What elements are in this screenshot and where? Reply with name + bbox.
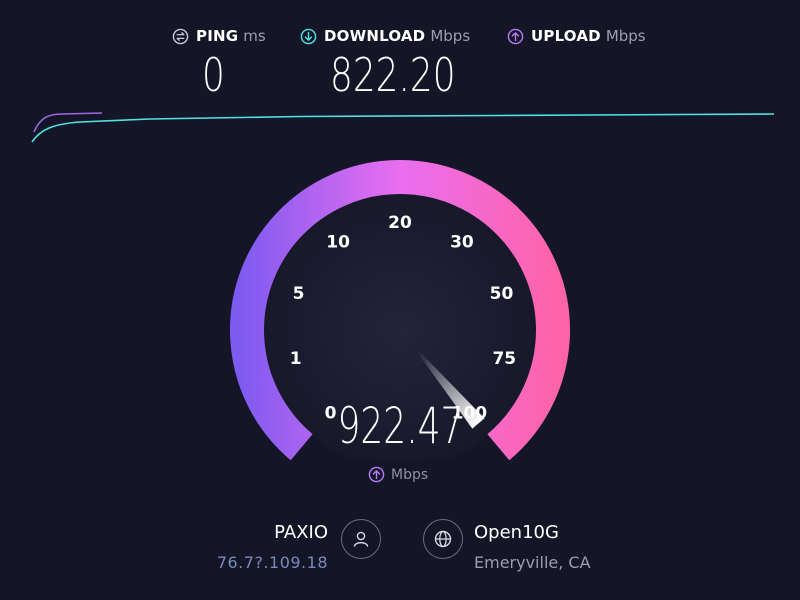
speed-history-graph [31,112,775,143]
upload-arrow-icon [507,28,524,44]
gauge-tick-label: 75 [492,349,516,369]
gauge-tick-label: 50 [490,284,514,304]
download-label: DOWNLOAD [324,27,426,45]
upload-label: UPLOAD [531,27,601,45]
server-name: Open10G [474,522,559,543]
upload-unit: Mbps [605,27,646,45]
download-header: DOWNLOAD Mbps [300,27,470,45]
user-icon [353,531,369,547]
gauge-tick-label: 1 [290,349,302,369]
server-location: Emeryville, CA [474,553,591,572]
download-metric: DOWNLOAD Mbps 822.20 [300,27,470,102]
current-speed-unit: Mbps [368,466,428,483]
ping-icon [172,28,189,44]
ping-label: PING [196,27,239,45]
gauge-tick-label: 10 [326,233,350,253]
upload-metric: UPLOAD Mbps [507,27,646,99]
download-value: 822.20 [330,48,456,102]
download-unit: Mbps [430,27,471,45]
ping-metric: PING ms 0 [172,27,266,102]
gauge-tick-label: 20 [388,213,412,233]
current-speed-value: 922.47 [0,396,800,456]
provider-name: PAXIO [274,522,328,543]
provider-ip: 76.7?.109.18 [216,553,328,572]
upload-header: UPLOAD Mbps [507,27,646,45]
server-button[interactable] [423,519,463,559]
ping-unit: ms [243,27,266,45]
ping-value: 0 [202,48,225,102]
globe-icon [434,530,452,548]
current-speed-text: 922.47 [337,397,463,455]
gauge-tick-label: 5 [293,284,305,304]
download-history-line [31,113,775,143]
upload-arrow-icon [368,466,385,483]
ping-header: PING ms [172,27,266,45]
current-speed-unit-label: Mbps [391,466,429,483]
download-arrow-icon [300,28,317,44]
user-button[interactable] [341,519,381,559]
gauge-tick-label: 30 [450,233,474,253]
